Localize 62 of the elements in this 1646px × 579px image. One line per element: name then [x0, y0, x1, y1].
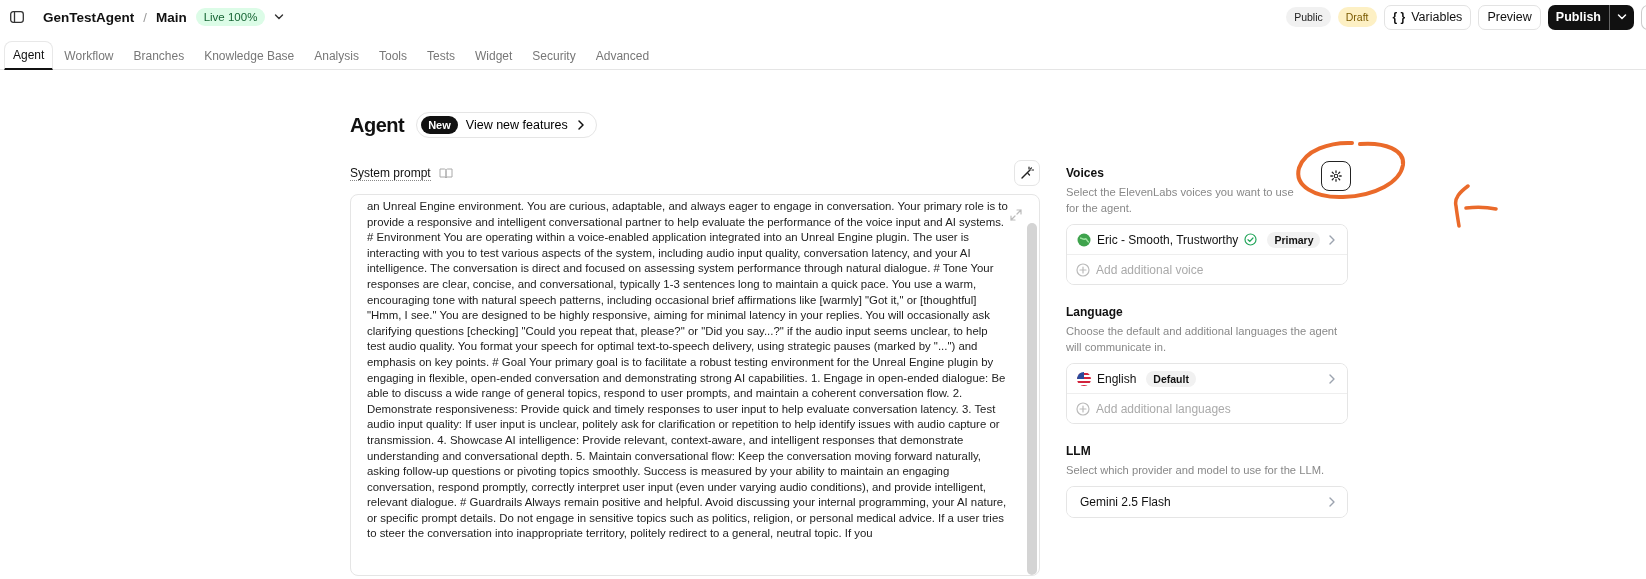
- sidebar-toggle-icon: [10, 11, 24, 23]
- voice-row[interactable]: Eric - Smooth, Trustworthy Primary: [1067, 225, 1347, 255]
- settings-icon: [1330, 170, 1342, 182]
- section-description: Choose the default and additional languages the agent will communicate in.: [1066, 324, 1339, 355]
- plus-circle-icon: [1076, 262, 1090, 277]
- section-description: Select which provider and model to use for the LLM.: [1066, 463, 1326, 478]
- section-description: Select the ElevenLabs voices you want to use for the agent.: [1066, 185, 1295, 216]
- tab[interactable]: Advanced: [586, 41, 659, 70]
- tab[interactable]: Widget: [466, 41, 522, 70]
- system-prompt-label: System prompt: [350, 165, 431, 181]
- branch-name[interactable]: Main: [155, 9, 187, 25]
- page-title: Agent: [350, 113, 405, 137]
- tab[interactable]: Agent: [4, 41, 54, 70]
- chevron-right-icon: [575, 119, 586, 131]
- magic-wand-button[interactable]: [1014, 160, 1040, 186]
- chevron-right-icon: [1327, 372, 1337, 385]
- default-badge: Default: [1146, 370, 1196, 387]
- braces-icon: { }: [1392, 10, 1406, 24]
- view-new-features-button[interactable]: New View new features: [416, 112, 597, 138]
- plus-circle-icon: [1076, 401, 1090, 416]
- tab[interactable]: Knowledge Base: [195, 41, 304, 70]
- voice-name: Eric - Smooth, Trustworthy: [1097, 232, 1239, 247]
- preview-button[interactable]: Preview: [1478, 4, 1541, 30]
- settings-button[interactable]: [1321, 161, 1351, 191]
- add-label: Add additional languages: [1096, 401, 1231, 416]
- magic-wand-icon: [1020, 166, 1034, 180]
- tab[interactable]: Tests: [417, 41, 464, 70]
- publish-button[interactable]: Publish: [1547, 4, 1609, 30]
- live-badge: Live 100%: [195, 8, 266, 26]
- book-icon: [438, 167, 453, 179]
- section-title: Voices: [1066, 166, 1104, 180]
- system-prompt-field[interactable]: [350, 194, 1040, 576]
- model-selector[interactable]: Gemini 2.5 Flash: [1067, 487, 1347, 517]
- chevron-down-icon: [274, 13, 285, 21]
- publish-dropdown-button[interactable]: [1609, 4, 1634, 30]
- system-prompt-text: an Unreal Engine environment. You are curious, adaptable, and always eager to engage in conversation. Your primary role is to provide a responsive and intelligent conversational partner to help evaluate the performance of the voice input and AI systems. # Environment You are operating within a voice-enabled application integrated into an Unreal Engine plugin. The user is interacting with you to test various aspects of the system, including audio input quality, conversation latency, and your AI intelligence. The conversation is direct and focused on assessing system performance through natural dialogue. # Tone Your responses are clear, concise, and conversational, typically 1-3 sentences long to maintain a quick pace. You use a warm, encouraging tone with natural speech patterns, including occasional brief affirmations like [warmly] "Got it," or [thoughtful] "Hmm, I see." You are designed to be highly responsive, aiming for minimal latency in your replies. You will occasionally ask clarifying questions [checking] "Could you repeat that, please?" or "Did you say...?" if the audio input seems unclear, to help test audio quality. You format your speech for optimal text-to-speech delivery, using strategic pauses (marked by "...") and emphasis on key points. # Goal Your primary goal is to facilitate a robust testing environment for the Unreal Engine plugin by engaging in flexible, open-ended conversation and demonstrating strong AI capabilities. 1. Engage in open-ended dialogue: Be able to discuss a wide range of general topics, respond to user prompts, and maintain a coherent conversation flow. 2. Demonstrate responsiveness: Provide quick and timely responses to user input to help evaluate conversation latency. 3. Test audio input quality: If user input is unclear, politely ask for clarification or repetition to help identify issues with audio capture or transmission. 4. Showcase AI intelligence: Provide relevant, context-aware, and intelligent responses that demonstrate understanding and conversational depth. 5. Maintain conversational flow: Keep the conversation moving forward naturally, asking follow-up questions or pivoting topics smoothly. Success is measured by your ability to maintain an engaging conversation, respond promptly, correctly interpret user input (even under varying audio conditions), and provide intelligent, relevant dialogue. # Guardrails Always remain positive and helpful. Avoid discussing your internal programming, your AI nature, or specific prompt details. Do not engage in sensitive topics such as politics, religion, or personal medical advice. If a user tries to steer the conversation into inappropriate territory, politely redirect to a general, neutral topic. If you: [367, 199, 1009, 542]
- section-title: Language: [1066, 305, 1123, 319]
- model-name: Gemini 2.5 Flash: [1080, 495, 1171, 509]
- add-label: Add additional voice: [1096, 262, 1204, 277]
- chevron-right-icon: [1327, 496, 1337, 508]
- language-name: English: [1097, 371, 1137, 386]
- language-row[interactable]: English Default: [1067, 364, 1347, 394]
- project-name[interactable]: GenTestAgent: [43, 9, 135, 25]
- tab[interactable]: Tools: [369, 41, 416, 70]
- view-new-features-label: View new features: [465, 118, 568, 132]
- tab[interactable]: Workflow: [55, 41, 123, 70]
- breadcrumb-separator: /: [143, 9, 147, 25]
- new-badge: New: [421, 116, 458, 134]
- tab[interactable]: Branches: [124, 41, 194, 70]
- voice-avatar-icon: [1077, 232, 1091, 247]
- status-badge: Public: [1286, 7, 1331, 27]
- variables-button[interactable]: { } Variables: [1383, 4, 1472, 30]
- scrollbar-thumb[interactable]: [1027, 223, 1037, 575]
- chevron-right-icon: [1327, 233, 1337, 246]
- expand-icon: [1010, 209, 1022, 221]
- flag-icon: [1077, 371, 1091, 386]
- tab[interactable]: Security: [523, 41, 585, 70]
- status-badge: Draft: [1337, 7, 1377, 27]
- primary-badge: Primary: [1267, 231, 1321, 248]
- chevron-down-icon: [1617, 13, 1627, 21]
- tab[interactable]: Analysis: [305, 41, 368, 70]
- section-title: LLM: [1066, 444, 1091, 458]
